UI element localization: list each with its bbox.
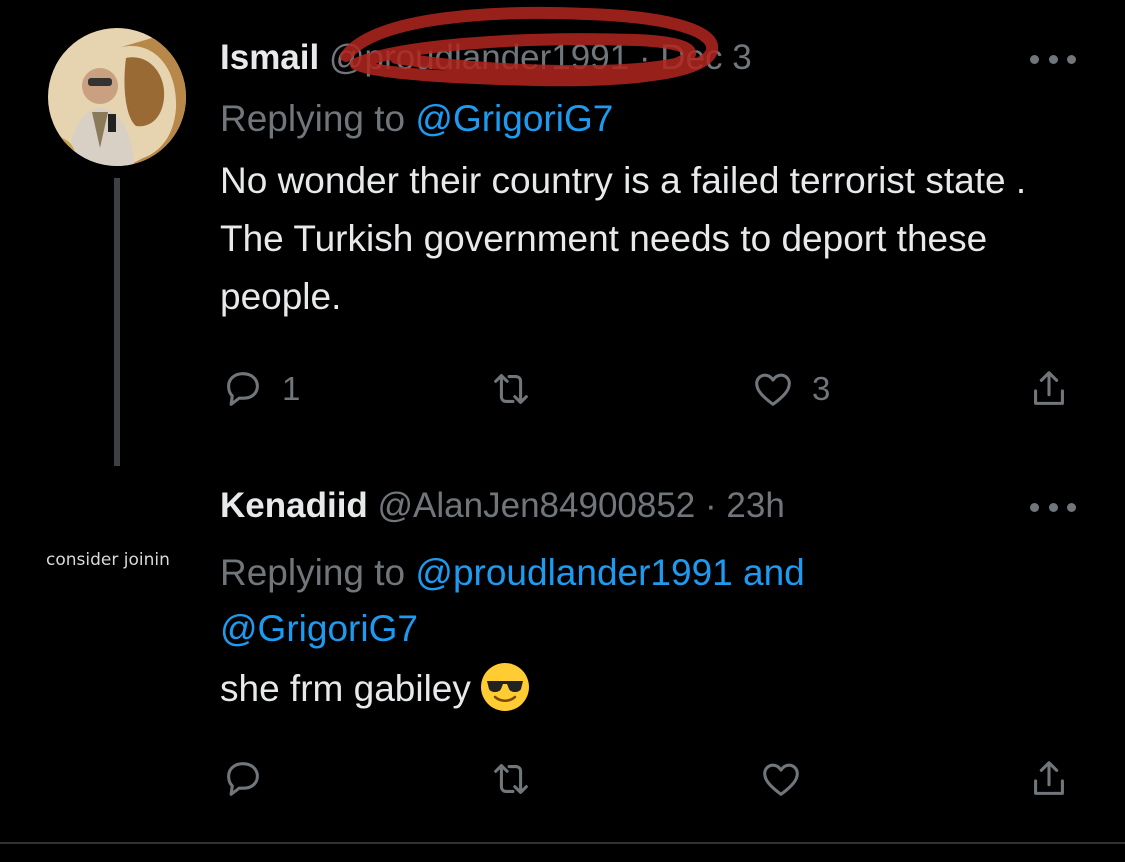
reply-button[interactable]: 1 (220, 364, 300, 414)
tweet-ismail[interactable]: Ismail @proudlander1991 · Dec 3 Replying… (0, 0, 1125, 470)
share-button[interactable] (1026, 364, 1072, 414)
tweet-actions (220, 754, 1080, 804)
author-handle[interactable]: @AlanJen84900852 (378, 486, 696, 525)
avatar-image (48, 28, 186, 166)
tweet-text: she frm gabiley (220, 660, 1060, 718)
reply-icon (227, 762, 259, 796)
like-button[interactable]: 3 (750, 364, 830, 414)
replying-to: Replying to @GrigoriG7 (220, 96, 1080, 142)
more-options-icon[interactable] (1030, 52, 1076, 66)
mention-link[interactable]: @GrigoriG7 (415, 98, 613, 139)
tweet-header: Kenadiid @AlanJen84900852 · 23h (220, 486, 785, 526)
tweet-text-content: she frm gabiley (220, 668, 471, 709)
author-name[interactable]: Kenadiid (220, 486, 368, 525)
share-icon (1034, 371, 1064, 405)
separator: · (705, 486, 717, 525)
thread-line (114, 178, 120, 466)
tweet-text: No wonder their country is a failed terr… (220, 160, 1027, 317)
replying-to: Replying to @proudlander1991 and @Grigori… (220, 545, 1080, 657)
tweet-kenadiid[interactable]: consider joinin Kenadiid @AlanJen8490085… (0, 470, 1125, 842)
tweet-actions: 1 3 (220, 364, 1080, 414)
like-count: 3 (812, 370, 831, 407)
retweet-button[interactable] (488, 364, 550, 414)
timestamp[interactable]: Dec 3 (660, 38, 751, 77)
avatar[interactable]: consider joinin (28, 536, 194, 586)
replying-prefix: Replying to (220, 98, 416, 139)
tweet-header: Ismail @proudlander1991 · Dec 3 (220, 38, 752, 78)
author-handle[interactable]: @proudlander1991 (329, 38, 629, 77)
sunglasses-emoji-icon (480, 663, 529, 711)
reply-count: 1 (282, 370, 301, 407)
avatar-text: consider joinin (46, 550, 170, 570)
share-button[interactable] (1026, 754, 1072, 804)
timestamp[interactable]: 23h (726, 486, 784, 525)
heart-icon (755, 373, 791, 406)
mention-link[interactable]: @GrigoriG7 (220, 608, 418, 649)
author-name[interactable]: Ismail (220, 38, 319, 77)
retweet-icon (494, 374, 528, 404)
reply-icon (227, 372, 259, 406)
heart-icon (763, 763, 799, 796)
replying-joiner: and (732, 552, 805, 593)
like-button[interactable] (758, 754, 820, 804)
retweet-icon (494, 764, 528, 794)
separator: · (638, 38, 651, 77)
replying-prefix: Replying to (220, 552, 416, 593)
reply-button[interactable] (220, 754, 282, 804)
retweet-button[interactable] (488, 754, 550, 804)
more-options-icon[interactable] (1030, 500, 1076, 514)
divider (0, 842, 1125, 844)
share-icon (1034, 761, 1064, 795)
mention-link[interactable]: @proudlander1991 (415, 552, 732, 593)
avatar[interactable] (48, 28, 186, 166)
